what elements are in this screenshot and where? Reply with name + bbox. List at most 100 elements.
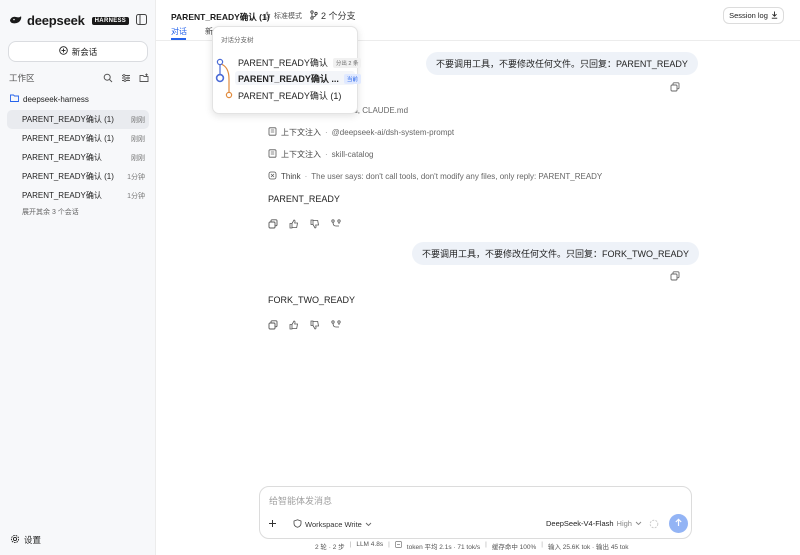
session-time: 1分钟 (127, 192, 145, 200)
logo-text: deepseek (27, 13, 85, 28)
loading-spinner-icon (649, 519, 659, 529)
assistant-message: FORK_TWO_READY (268, 295, 356, 305)
page-title: PARENT_READY确认 (1) (171, 12, 270, 22)
mode-label: 标准模式 (274, 13, 302, 20)
project-name: deepseek-harness (23, 94, 89, 104)
context-row[interactable]: 上下文注入 · skill-catalog (268, 148, 373, 160)
active-tab-indicator (171, 38, 186, 40)
separator-dot: · (325, 127, 328, 137)
copy-icon[interactable] (268, 320, 278, 330)
thumbs-down-icon[interactable] (310, 320, 320, 330)
cache-hit: 缓存命中 100% (491, 544, 537, 551)
assistant-message: PARENT_READY (268, 194, 340, 204)
message-input[interactable]: 给智能体发消息 (269, 494, 332, 507)
whale-logo-icon (9, 15, 23, 27)
arrow-up-icon (674, 518, 683, 529)
new-folder-icon[interactable] (139, 73, 149, 83)
session-item[interactable]: PARENT_READY确认 (1) 刚刚 (7, 110, 149, 129)
copy-icon[interactable] (670, 82, 680, 92)
thumbs-mode-icon (263, 11, 271, 21)
expand-more-sessions-link[interactable]: 展开其余 3 个会话 (22, 207, 79, 217)
model-select[interactable]: DeepSeek-V4-Flash High (546, 519, 642, 528)
plus-circle-icon (58, 46, 68, 57)
logo: deepseek HARNESS (9, 13, 130, 28)
branches-button[interactable]: 2 个分支 (310, 9, 356, 22)
session-name: PARENT_READY确认 (22, 153, 102, 162)
sidebar: deepseek HARNESS 新会话 工作区 deepseek-harnes… (0, 0, 156, 555)
send-button[interactable] (669, 514, 688, 533)
document-icon (268, 148, 277, 160)
shield-icon (293, 519, 302, 530)
token-stats-icon (394, 541, 402, 551)
session-log-button[interactable]: Session log (723, 7, 784, 24)
thumbs-up-icon[interactable] (289, 219, 299, 229)
status-divider: | (485, 541, 487, 548)
copy-icon[interactable] (268, 219, 278, 229)
project-folder[interactable]: deepseek-harness (10, 94, 89, 104)
workspace-permission-label: Workspace Write (305, 520, 362, 529)
branch-item-label: PARENT_READY确认 (1) (238, 91, 342, 101)
session-name: PARENT_READY确认 (1) (22, 115, 114, 124)
tab-dialog[interactable]: 对话 (171, 26, 187, 37)
think-row[interactable]: Think · The user says: don't call tools,… (268, 170, 602, 182)
branch-item-label: PARENT_READY确认 ... (238, 74, 339, 84)
sidebar-toggle-icon[interactable] (136, 14, 147, 25)
branch-fork-icon[interactable] (331, 320, 341, 330)
branches-label: 2 个分支 (321, 11, 356, 21)
settings-button[interactable]: 设置 (10, 534, 41, 546)
branch-icon (310, 9, 318, 22)
branch-item-label: PARENT_READY确认 (238, 58, 328, 68)
filter-icon[interactable] (121, 73, 131, 83)
gear-icon (10, 534, 20, 546)
new-chat-button[interactable]: 新会话 (8, 41, 148, 62)
session-name: PARENT_READY确认 (22, 191, 102, 200)
session-item[interactable]: PARENT_READY确认 (1) 1分钟 (7, 167, 149, 186)
mode-indicator[interactable]: 标准模式 (263, 11, 302, 21)
branch-item[interactable]: PARENT_READY确认 (1) (238, 89, 341, 102)
settings-label: 设置 (24, 535, 42, 545)
branch-item[interactable]: PARENT_READY确认 分出 2 条 (238, 56, 362, 69)
thumbs-down-icon[interactable] (310, 219, 320, 229)
context-value: @deepseek-ai/dsh-system-prompt (331, 127, 455, 137)
context-label: 上下文注入 (281, 149, 321, 159)
brain-icon (268, 171, 277, 182)
new-chat-label: 新会话 (71, 46, 98, 57)
session-list: PARENT_READY确认 (1) 刚刚 PARENT_READY确认 (1)… (7, 110, 149, 205)
session-time: 刚刚 (131, 154, 145, 162)
thumbs-up-icon[interactable] (289, 320, 299, 330)
context-value: skill-catalog (331, 149, 374, 159)
logo-badge: HARNESS (91, 16, 130, 25)
chevron-down-icon (635, 519, 642, 528)
chevron-down-icon (365, 520, 372, 529)
think-label: Think (281, 171, 301, 181)
session-time: 刚刚 (131, 116, 145, 124)
branch-item-current[interactable]: PARENT_READY确认 ... 当前 (238, 72, 361, 85)
branch-fork-icon[interactable] (331, 219, 341, 229)
download-icon (771, 11, 778, 21)
context-row[interactable]: 上下文注入 · @deepseek-ai/dsh-system-prompt (268, 126, 454, 138)
session-time: 1分钟 (127, 173, 145, 181)
status-divider: | (541, 541, 543, 548)
search-icon[interactable] (103, 73, 113, 83)
branch-item-tag: 分出 2 条 (332, 57, 362, 68)
session-item[interactable]: PARENT_READY确认 (1) 刚刚 (7, 129, 149, 148)
llm-latency: LLM 4.8s (356, 541, 384, 548)
copy-icon[interactable] (670, 271, 680, 281)
status-divider: | (349, 541, 352, 548)
model-name: DeepSeek-V4-Flash (546, 519, 614, 528)
think-summary: The user says: don't call tools, don't m… (311, 171, 603, 181)
session-item[interactable]: PARENT_READY确认 1分钟 (7, 186, 149, 205)
message-composer: 给智能体发消息 Workspace Write DeepSeek-V4-Flas… (259, 486, 692, 539)
separator-dot: · (304, 171, 308, 181)
session-item[interactable]: PARENT_READY确认 刚刚 (7, 148, 149, 167)
reasoning-level: High (616, 519, 632, 528)
branch-tree-popup: 对话分支树 PARENT_READY确认 分出 2 条 PARENT_READY… (212, 26, 362, 114)
workspace-permission-select[interactable]: Workspace Write (293, 519, 372, 530)
session-time: 刚刚 (131, 135, 145, 143)
branch-item-tag: 当前 (343, 73, 361, 84)
plus-icon[interactable] (267, 518, 278, 529)
user-message: 不要调用工具，不要修改任何文件。只回复：FORK_TWO_READY (412, 242, 700, 265)
status-divider: | (388, 541, 390, 548)
io-tokens: 输入 25.6K tok · 输出 45 tok (547, 544, 629, 551)
session-name: PARENT_READY确认 (1) (22, 134, 114, 143)
